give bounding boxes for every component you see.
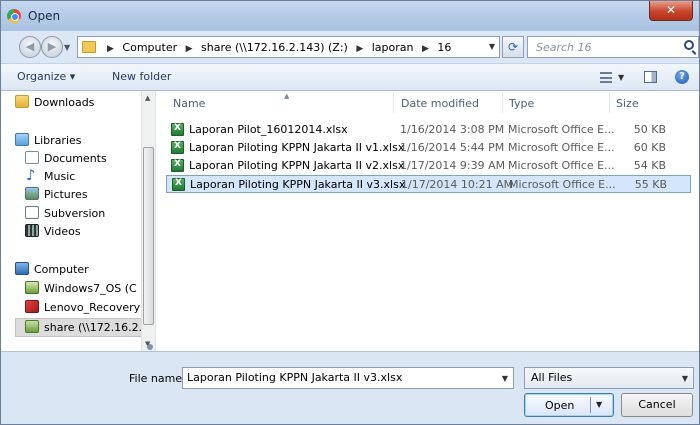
file-name: Laporan Pilot_16012014.xlsx	[189, 123, 348, 136]
new-folder-button[interactable]: New folder	[112, 70, 171, 83]
file-row[interactable]: Laporan Pilot_16012014.xlsx 1/16/2014 3:…	[166, 121, 691, 139]
excel-file-icon	[172, 178, 185, 191]
sort-ascending-icon: ▲	[284, 92, 290, 100]
search-box[interactable]: Search 16	[527, 36, 699, 58]
open-button[interactable]: Open ▼	[524, 393, 614, 417]
sidebar-item-pictures[interactable]: Pictures	[25, 187, 88, 205]
navigation-bar: ◀ ▶ ▼ ▶ Computer ▶ share (\\172.16.2.143…	[1, 31, 699, 63]
file-name: Laporan Piloting KPPN Jakarta II v2.xlsx	[189, 159, 405, 172]
file-name: Laporan Piloting KPPN Jakarta II v3.xlsx	[190, 178, 406, 191]
file-size: 55 KB	[634, 178, 667, 191]
scroll-up-icon[interactable]: ▲	[145, 94, 150, 102]
column-type[interactable]: Type	[509, 97, 534, 110]
file-type: Microsoft Office E...	[509, 178, 616, 191]
back-button[interactable]: ◀	[19, 36, 41, 58]
file-date: 1/16/2014 3:08 PM	[400, 123, 505, 136]
title-bar: Open ✕	[1, 1, 699, 31]
filter-dropdown-icon[interactable]: ▼	[682, 374, 688, 383]
excel-file-icon	[171, 123, 184, 136]
folder-icon	[82, 41, 96, 53]
drive-icon	[25, 281, 39, 294]
excel-file-icon	[171, 159, 184, 172]
file-type: Microsoft Office E...	[508, 123, 615, 136]
column-size[interactable]: Size	[616, 97, 639, 110]
file-size: 50 KB	[633, 123, 666, 136]
search-placeholder: Search 16	[536, 41, 592, 54]
file-type: Microsoft Office E...	[508, 141, 615, 154]
open-button-label: Open	[545, 399, 575, 412]
file-name-dropdown-icon[interactable]: ▼	[502, 374, 508, 383]
file-date: 1/17/2014 10:21 AM	[401, 178, 514, 191]
sidebar-item-libraries[interactable]: Libraries	[15, 133, 82, 151]
file-row[interactable]: Laporan Piloting KPPN Jakarta II v2.xlsx…	[166, 157, 691, 175]
help-icon[interactable]: ?	[675, 70, 689, 84]
close-button[interactable]: ✕	[649, 1, 693, 21]
organize-button[interactable]: Organize ▾	[17, 70, 75, 83]
sidebar-item-share[interactable]: share (\\172.16.2.	[25, 320, 142, 338]
sidebar-item-computer[interactable]: Computer	[15, 262, 89, 280]
subversion-icon	[25, 206, 39, 219]
toolbar: Organize ▾ New folder ▼ ?	[1, 63, 699, 91]
file-name-label: File name:	[129, 372, 186, 385]
forward-button[interactable]: ▶	[41, 36, 63, 58]
file-date: 1/16/2014 5:44 PM	[400, 141, 505, 154]
breadcrumb: ▶ Computer ▶ share (\\172.16.2.143) (Z:)…	[107, 41, 452, 54]
column-date-modified[interactable]: Date modified	[401, 97, 479, 110]
window-title: Open	[28, 9, 61, 23]
file-size: 60 KB	[633, 141, 666, 154]
refresh-button[interactable]: ⟳	[502, 36, 524, 58]
documents-icon	[25, 151, 39, 164]
preview-pane-icon[interactable]	[644, 71, 657, 83]
file-type: Microsoft Office E...	[508, 159, 615, 172]
file-type-filter-value: All Files	[531, 371, 573, 384]
address-dropdown-icon[interactable]: ▼	[489, 42, 495, 51]
file-name-input[interactable]: Laporan Piloting KPPN Jakarta II v3.xlsx…	[182, 367, 514, 389]
recent-locations-dropdown[interactable]: ▼	[64, 43, 70, 52]
file-row-selected[interactable]: Laporan Piloting KPPN Jakarta II v3.xlsx…	[166, 175, 691, 193]
sidebar-item-documents[interactable]: Documents	[25, 151, 107, 169]
recovery-drive-icon	[25, 300, 39, 313]
libraries-icon	[15, 133, 29, 146]
breadcrumb-computer[interactable]: Computer	[122, 41, 177, 54]
navigation-scrollbar[interactable]: ▲ ▼	[141, 91, 155, 351]
chrome-icon	[7, 9, 21, 23]
music-icon	[25, 166, 39, 184]
scrollbar-thumb[interactable]	[143, 147, 154, 325]
column-header-row: ▲ Name Date modified Type Size	[156, 91, 699, 115]
file-date: 1/17/2014 9:39 AM	[400, 159, 506, 172]
excel-file-icon	[171, 141, 184, 154]
dialog-footer: File name: Laporan Piloting KPPN Jakarta…	[1, 351, 699, 424]
address-bar[interactable]: ▶ Computer ▶ share (\\172.16.2.143) (Z:)…	[77, 36, 500, 58]
computer-icon	[15, 262, 29, 275]
sidebar-item-windows7-os[interactable]: Windows7_OS (C	[25, 281, 137, 299]
breadcrumb-16[interactable]: 16	[437, 41, 451, 54]
network-drive-icon	[25, 320, 39, 333]
sidebar-item-music[interactable]: Music	[25, 166, 75, 187]
network-icon	[147, 344, 153, 350]
breadcrumb-laporan[interactable]: laporan	[372, 41, 414, 54]
file-name-value: Laporan Piloting KPPN Jakarta II v3.xlsx	[187, 371, 403, 384]
downloads-folder-icon	[15, 95, 29, 108]
column-name[interactable]: Name	[173, 97, 205, 110]
search-icon[interactable]	[684, 40, 694, 50]
open-dialog: Open ✕ ◀ ▶ ▼ ▶ Computer ▶ share (\\172.1…	[0, 0, 700, 425]
cancel-button[interactable]: Cancel	[621, 393, 693, 417]
file-size: 54 KB	[633, 159, 666, 172]
view-dropdown-icon[interactable]: ▼	[618, 73, 624, 82]
file-row[interactable]: Laporan Piloting KPPN Jakarta II v1.xlsx…	[166, 139, 691, 157]
sidebar-item-lenovo-recovery[interactable]: Lenovo_Recovery	[25, 300, 140, 318]
file-list: ▲ Name Date modified Type Size Laporan P…	[156, 91, 699, 351]
open-options-dropdown-icon[interactable]: ▼	[596, 400, 602, 409]
navigation-pane: Downloads Libraries Documents Music Pict…	[1, 91, 155, 351]
sidebar-item-subversion[interactable]: Subversion	[25, 206, 105, 224]
sidebar-item-downloads[interactable]: Downloads	[15, 95, 94, 113]
pictures-icon	[25, 187, 39, 200]
file-type-filter[interactable]: All Files ▼	[524, 367, 694, 389]
videos-icon	[25, 224, 39, 237]
sidebar-item-videos[interactable]: Videos	[25, 224, 81, 242]
breadcrumb-share[interactable]: share (\\172.16.2.143) (Z:)	[201, 41, 348, 54]
file-name: Laporan Piloting KPPN Jakarta II v1.xlsx	[189, 141, 405, 154]
change-view-icon[interactable]	[600, 72, 612, 83]
